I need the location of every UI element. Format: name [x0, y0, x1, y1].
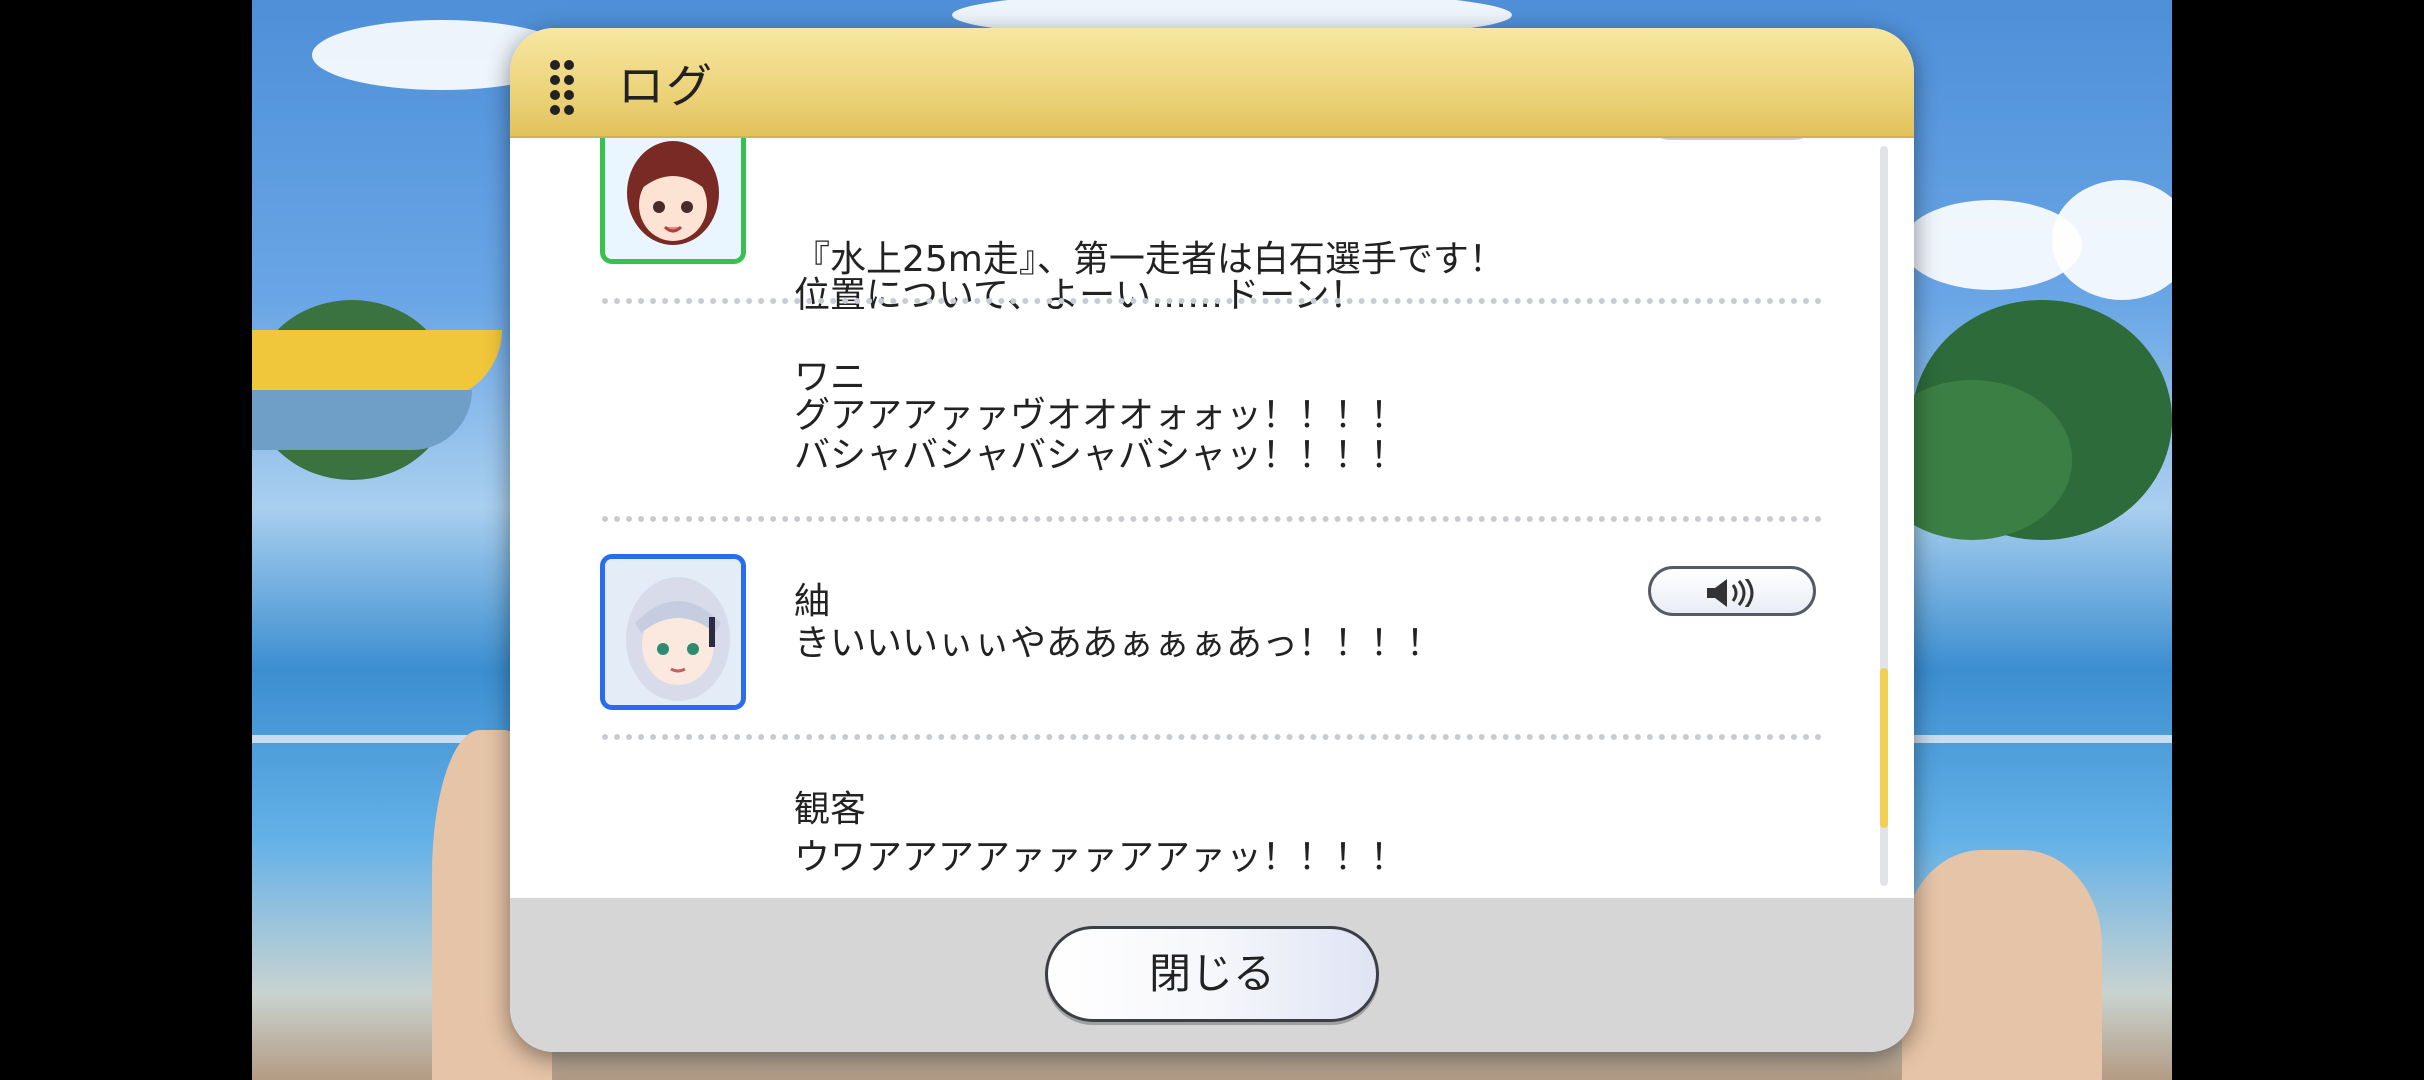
log-line: 『水上25m走』、第一走者は白石選手です！ [794, 239, 1505, 280]
log-line: きいいいぃぃやああぁぁぁあっ！！！！ [794, 623, 1443, 664]
voice-button[interactable] [1648, 566, 1816, 616]
log-entry: 紬 きいいいぃぃやああぁぁぁあっ！！！！ [510, 534, 1820, 734]
close-button[interactable]: 閉じる [1045, 926, 1379, 1022]
voice-button[interactable] [1648, 138, 1816, 140]
scrollbar[interactable] [1880, 146, 1888, 886]
scrollbar-thumb[interactable] [1880, 668, 1888, 828]
dialog-footer: 閉じる [510, 898, 1914, 1052]
speaker-name: 紬 [794, 581, 831, 622]
water-slide [252, 390, 472, 450]
cloud [2052, 180, 2172, 300]
speaker-name: 観客 [794, 789, 867, 830]
drag-handle-icon[interactable] [550, 60, 580, 115]
divider [602, 734, 1822, 740]
speaker-name: ワニ [794, 357, 867, 398]
log-entry: 『水上25m走』、第一走者は白石選手です！ 位置について、よーい……ドーン！ [510, 138, 1820, 316]
girl-silver-hair-avatar [600, 554, 746, 710]
character-figure [1902, 850, 2102, 1080]
log-entry: ワニ グアアアァァヴオオオォォッ！！！！ バシャバシャバシャバシャッ！！！！ [510, 318, 1820, 518]
girl-red-hair-avatar [600, 138, 746, 264]
log-line: バシャバシャバシャバシャッ！！！！ [794, 435, 1407, 476]
dialog-header: ログ [510, 28, 1914, 138]
log-line: グアアアァァヴオオオォォッ！！！！ [794, 395, 1407, 436]
speaker-icon [1707, 579, 1754, 607]
dialog-title: ログ [618, 59, 714, 113]
divider [602, 298, 1822, 304]
log-dialog: ログ 『水上25m走』、第一走者は白石選手です！ 位置について、よーい……ドーン… [510, 28, 1914, 1052]
log-list[interactable]: 『水上25m走』、第一走者は白石選手です！ 位置について、よーい……ドーン！ ワ… [510, 138, 1914, 926]
divider [602, 516, 1822, 522]
log-line: 位置について、よーい……ドーン！ [794, 275, 1366, 316]
log-line: ウワアアアアァァァアアァッ！！！！ [794, 837, 1407, 878]
